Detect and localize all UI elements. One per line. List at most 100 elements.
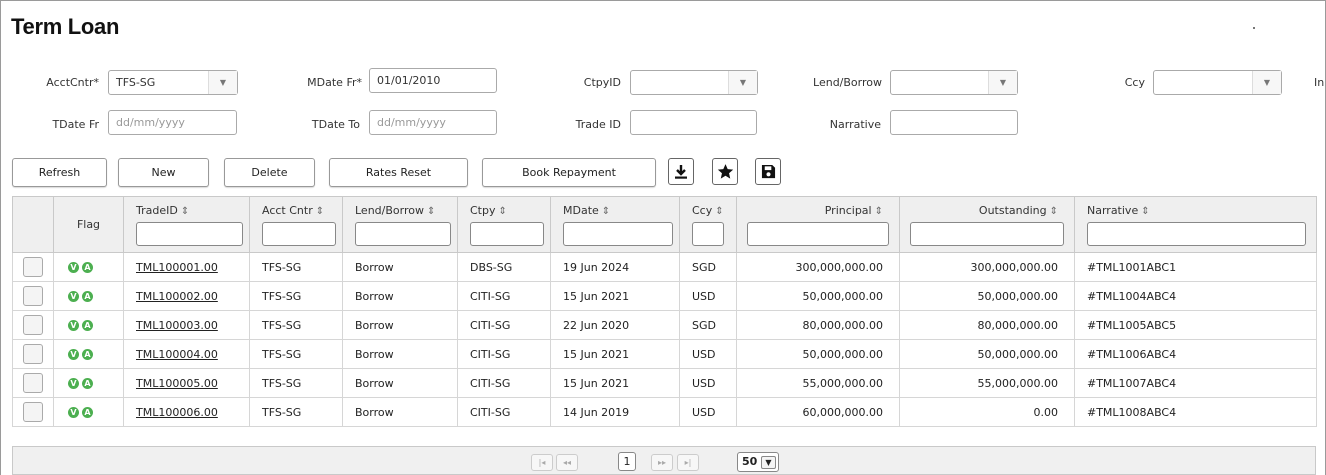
flag-cell: VA bbox=[53, 397, 124, 427]
row-select-cell bbox=[12, 339, 54, 369]
ccy-cell: USD bbox=[679, 339, 737, 369]
delete-button[interactable]: Delete bbox=[224, 158, 315, 187]
trade-id-link[interactable]: TML100001.00 bbox=[136, 261, 218, 274]
ctpy-header-label: Ctpy bbox=[470, 204, 496, 217]
principal-column-header[interactable]: Principal ⇕ bbox=[736, 196, 900, 253]
tdate-fr-label: TDate Fr bbox=[52, 118, 99, 131]
mdate-cell: 15 Jun 2021 bbox=[550, 339, 680, 369]
sort-icon[interactable]: ⇕ bbox=[499, 206, 507, 217]
sort-icon[interactable]: ⇕ bbox=[427, 206, 435, 217]
mdate-column-header[interactable]: MDate ⇕ bbox=[550, 196, 680, 253]
outstanding-cell: 50,000,000.00 bbox=[899, 339, 1075, 369]
tdate-fr-input[interactable]: dd/mm/yyyy bbox=[108, 110, 237, 135]
favorite-button[interactable] bbox=[712, 158, 738, 185]
chevron-down-icon[interactable]: ▼ bbox=[728, 71, 757, 94]
trade-id-cell: TML100003.00 bbox=[123, 310, 250, 340]
mdate-cell: 15 Jun 2021 bbox=[550, 368, 680, 398]
new-button[interactable]: New bbox=[118, 158, 209, 187]
ccy-column-header[interactable]: Ccy ⇕ bbox=[679, 196, 737, 253]
outstanding-filter-input[interactable] bbox=[910, 222, 1064, 246]
last-page-icon[interactable]: ▸| bbox=[677, 454, 699, 471]
mdate-cell: 15 Jun 2021 bbox=[550, 281, 680, 311]
tdate-to-input[interactable]: dd/mm/yyyy bbox=[369, 110, 497, 135]
row-checkbox[interactable] bbox=[23, 373, 43, 393]
first-page-icon[interactable]: |◂ bbox=[531, 454, 553, 471]
ctpy-cell: DBS-SG bbox=[457, 252, 551, 282]
row-checkbox[interactable] bbox=[23, 344, 43, 364]
sort-icon[interactable]: ⇕ bbox=[1141, 206, 1149, 217]
table-row[interactable]: V A TML100003.00 TFS-SG Borrow CITI-SG 22 Jun … bbox=[12, 310, 1317, 340]
trade-id-link[interactable]: TML100004.00 bbox=[136, 348, 218, 361]
lend-borrow-column-header[interactable]: Lend/Borrow ⇕ bbox=[342, 196, 458, 253]
lend-borrow-select[interactable]: ▼ bbox=[890, 70, 1018, 95]
principal-cell: 50,000,000.00 bbox=[736, 281, 900, 311]
rates-reset-button[interactable]: Rates Reset bbox=[329, 158, 468, 187]
outstanding-column-header[interactable]: Outstanding ⇕ bbox=[899, 196, 1075, 253]
chevron-down-icon[interactable]: ▼ bbox=[1252, 71, 1281, 94]
acct-cntr-header-label: Acct Cntr bbox=[262, 204, 313, 217]
sort-icon[interactable]: ⇕ bbox=[1050, 206, 1058, 217]
narrative-label: Narrative bbox=[829, 118, 881, 131]
row-checkbox[interactable] bbox=[23, 257, 43, 277]
decorative-dot bbox=[1253, 27, 1255, 29]
mdate-filter-input[interactable] bbox=[563, 222, 673, 246]
ccy-filter-input[interactable] bbox=[692, 222, 724, 246]
trade-id-link[interactable]: TML100006.00 bbox=[136, 406, 218, 419]
table-row[interactable]: V A TML100002.00 TFS-SG Borrow CITI-SG 15 Jun … bbox=[12, 281, 1317, 311]
row-checkbox[interactable] bbox=[23, 402, 43, 422]
sort-icon[interactable]: ⇕ bbox=[602, 206, 610, 217]
narrative-filter-input[interactable] bbox=[1087, 222, 1306, 246]
trade-id-column-header[interactable]: TradeID ⇕ bbox=[123, 196, 250, 253]
row-checkbox[interactable] bbox=[23, 315, 43, 335]
save-button[interactable] bbox=[755, 158, 781, 185]
ctpy-id-select[interactable]: ▼ bbox=[630, 70, 758, 95]
narrative-input[interactable] bbox=[890, 110, 1018, 135]
lend-borrow-cell: Borrow bbox=[342, 397, 458, 427]
next-page-icon[interactable]: ▸▸ bbox=[651, 454, 673, 471]
trade-id-link[interactable]: TML100002.00 bbox=[136, 290, 218, 303]
trade-id-link[interactable]: TML100003.00 bbox=[136, 319, 218, 332]
trade-id-link[interactable]: TML100005.00 bbox=[136, 377, 218, 390]
sort-icon[interactable]: ⇕ bbox=[875, 206, 883, 217]
acct-cntr-filter-input[interactable] bbox=[262, 222, 336, 246]
book-repayment-button[interactable]: Book Repayment bbox=[482, 158, 656, 187]
pager: |◂ ◂◂ 1 ▸▸ ▸| 50 ▼ bbox=[12, 446, 1316, 475]
current-page-indicator[interactable]: 1 bbox=[618, 452, 636, 471]
table-row[interactable]: V A TML100001.00 TFS-SG Borrow DBS-SG 19 Jun 2… bbox=[12, 252, 1317, 282]
principal-filter-input[interactable] bbox=[747, 222, 889, 246]
prev-page-icon[interactable]: ◂◂ bbox=[556, 454, 578, 471]
trade-id-input[interactable] bbox=[630, 110, 757, 135]
page-size-select[interactable]: 50 ▼ bbox=[737, 452, 779, 472]
acct-cntr-column-header[interactable]: Acct Cntr ⇕ bbox=[249, 196, 343, 253]
ctpy-column-header[interactable]: Ctpy ⇕ bbox=[457, 196, 551, 253]
ccy-select[interactable]: ▼ bbox=[1153, 70, 1282, 95]
ctpy-filter-input[interactable] bbox=[470, 222, 544, 246]
sort-icon[interactable]: ⇕ bbox=[316, 206, 324, 217]
table-row[interactable]: V A TML100005.00 TFS-SG Borrow CITI-SG 15 Jun … bbox=[12, 368, 1317, 398]
chevron-down-icon[interactable]: ▼ bbox=[761, 456, 776, 469]
trade-id-filter-input[interactable] bbox=[136, 222, 243, 246]
outstanding-header-label: Outstanding bbox=[978, 204, 1047, 217]
download-button[interactable] bbox=[668, 158, 694, 185]
chevron-down-icon[interactable]: ▼ bbox=[988, 71, 1017, 94]
table-row[interactable]: V A TML100004.00 TFS-SG Borrow CITI-SG 15 Jun … bbox=[12, 339, 1317, 369]
refresh-button[interactable]: Refresh bbox=[12, 158, 107, 187]
approved-flag-icon: A bbox=[82, 349, 93, 360]
acct-cntr-label: AcctCntr* bbox=[46, 76, 99, 89]
sort-icon[interactable]: ⇕ bbox=[181, 206, 189, 217]
flag-cell: VA bbox=[53, 368, 124, 398]
lend-borrow-label: Lend/Borrow bbox=[813, 76, 882, 89]
row-checkbox[interactable] bbox=[23, 286, 43, 306]
chevron-down-icon[interactable]: ▼ bbox=[208, 71, 237, 94]
table-row[interactable]: V A TML100006.00 TFS-SG Borrow CITI-SG 14 Jun … bbox=[12, 397, 1317, 427]
trade-id-cell: TML100005.00 bbox=[123, 368, 250, 398]
principal-cell: 80,000,000.00 bbox=[736, 310, 900, 340]
mdate-header-label: MDate bbox=[563, 204, 599, 217]
narrative-column-header[interactable]: Narrative ⇕ bbox=[1074, 196, 1317, 253]
row-select-cell bbox=[12, 310, 54, 340]
acct-cntr-select[interactable]: TFS-SG ▼ bbox=[108, 70, 238, 95]
sort-icon[interactable]: ⇕ bbox=[715, 206, 723, 217]
lend-borrow-filter-input[interactable] bbox=[355, 222, 451, 246]
mdate-fr-input[interactable]: 01/01/2010 bbox=[369, 68, 497, 93]
principal-cell: 60,000,000.00 bbox=[736, 397, 900, 427]
